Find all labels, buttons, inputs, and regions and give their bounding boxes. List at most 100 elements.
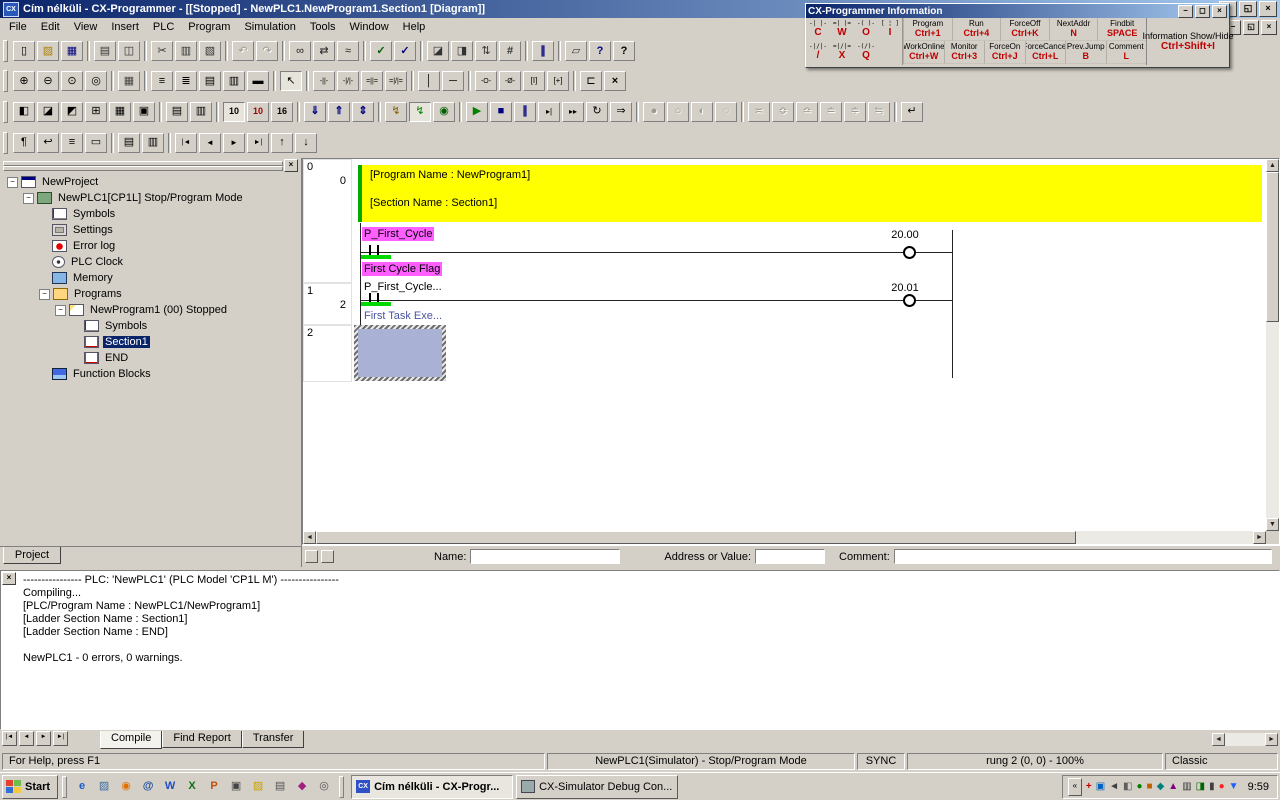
tree-item-settings[interactable]: Settings: [3, 222, 298, 238]
open-file-button[interactable]: ▨: [37, 41, 59, 61]
ladder-content[interactable]: [Program Name : NewProgram1] [Section Na…: [353, 159, 1266, 531]
compile-all-button[interactable]: ✓: [394, 41, 416, 61]
tab-transfer[interactable]: Transfer: [241, 731, 305, 748]
tree-expander-icon[interactable]: −: [55, 304, 66, 316]
tree-item-programs[interactable]: − Programs: [3, 286, 298, 302]
tree-expander-icon[interactable]: −: [7, 176, 18, 188]
menu-program[interactable]: Program: [181, 19, 237, 35]
find-bit-button[interactable]: ≈: [337, 41, 359, 61]
menu-view[interactable]: View: [67, 19, 105, 35]
tab-first-icon[interactable]: |◄: [2, 731, 17, 746]
cut-button[interactable]: ✂: [151, 41, 173, 61]
media-player-button[interactable]: ◉: [116, 777, 136, 797]
continuous-step-button[interactable]: ▸▸: [562, 101, 584, 122]
new-coil-button[interactable]: -O-: [475, 71, 497, 91]
menu-edit[interactable]: Edit: [34, 19, 67, 35]
properties-button[interactable]: ▱: [565, 41, 587, 61]
new-instruction-button[interactable]: [I]: [523, 71, 545, 91]
cross-reference-button[interactable]: ⇅: [475, 41, 497, 61]
scroll-left-icon[interactable]: ◄: [303, 531, 316, 544]
select-tool-button[interactable]: ↖: [280, 71, 302, 91]
sim-pause-button[interactable]: ∥: [514, 101, 536, 122]
scroll-left-icon[interactable]: ◄: [1212, 733, 1225, 746]
tree-item-symbols[interactable]: Symbols: [3, 206, 298, 222]
tray-display-icon[interactable]: ◧: [1123, 781, 1132, 792]
menu-tools[interactable]: Tools: [303, 19, 343, 35]
go-first-rung-button[interactable]: |◄: [175, 132, 197, 153]
monitor-hex-button[interactable]: 16: [271, 101, 293, 122]
output-coil[interactable]: [903, 246, 916, 259]
info-maximize-button[interactable]: ◻: [1195, 4, 1210, 18]
new-closed-or-contact-button[interactable]: =|/|=: [385, 71, 407, 91]
tray-antivirus-icon[interactable]: +: [1086, 781, 1092, 792]
show-desktop-button[interactable]: ▨: [94, 777, 114, 797]
scroll-up-icon[interactable]: ▲: [1266, 159, 1279, 172]
restore-button[interactable]: ◱: [1239, 1, 1257, 17]
address-reference-button[interactable]: #: [499, 41, 521, 61]
paint-button[interactable]: ◆: [292, 777, 312, 797]
toolbar-grip[interactable]: [3, 131, 8, 154]
save-button[interactable]: ▦: [61, 41, 83, 61]
tree-item-plc-clock[interactable]: PLC Clock: [3, 254, 298, 270]
rung-properties-button[interactable]: ▭: [85, 132, 107, 153]
prev-bookmark-button[interactable]: ↑: [271, 132, 293, 153]
folder-button[interactable]: ▨: [248, 777, 268, 797]
zoom-fit-button[interactable]: ⊙: [61, 71, 83, 91]
vertical-scrollbar[interactable]: ▲ ▼: [1266, 159, 1279, 531]
my-computer-button[interactable]: ▣: [226, 777, 246, 797]
menu-plc[interactable]: PLC: [146, 19, 181, 35]
go-last-rung-button[interactable]: ►|: [247, 132, 269, 153]
print-button[interactable]: ▤: [94, 41, 116, 61]
notepad-button[interactable]: ▤: [270, 777, 290, 797]
upload-from-plc-button[interactable]: ⇑: [328, 101, 350, 122]
workspace-close-icon[interactable]: ×: [284, 159, 298, 172]
tree-item-newproject[interactable]: − NewProject: [3, 174, 298, 190]
watch-window-button[interactable]: ◪: [427, 41, 449, 61]
new-rung-button[interactable]: ⊏: [580, 71, 602, 91]
tab-next-icon[interactable]: ►: [36, 731, 51, 746]
vertical-scroll-thumb[interactable]: [1266, 172, 1279, 322]
tab-compile[interactable]: Compile: [100, 731, 163, 749]
new-contact-button[interactable]: -||-: [313, 71, 335, 91]
tray-volume-icon[interactable]: ◄: [1109, 781, 1119, 792]
run-to-breakpoint-button[interactable]: ⇒: [610, 101, 632, 122]
help-button[interactable]: ?: [613, 41, 635, 61]
toolbar-grip[interactable]: [3, 40, 8, 62]
menu-window[interactable]: Window: [343, 19, 396, 35]
menu-file[interactable]: File: [2, 19, 34, 35]
fields-bar-close-button[interactable]: [305, 550, 318, 563]
tray-sync-icon[interactable]: ▼: [1229, 781, 1239, 792]
work-online-simulator-button[interactable]: ↯: [409, 101, 431, 122]
plc-settings-button[interactable]: ▣: [133, 101, 155, 122]
symbol-list-button[interactable]: ▤: [118, 132, 140, 153]
tree-item-memory[interactable]: Memory: [3, 270, 298, 286]
tab-last-icon[interactable]: ►|: [53, 731, 68, 746]
scan-run-button[interactable]: ↻: [586, 101, 608, 122]
task-cx-simulator[interactable]: CX-Simulator Debug Con...: [516, 774, 679, 799]
fields-bar-expand-button[interactable]: [321, 550, 334, 563]
info-close-button[interactable]: ×: [1212, 4, 1227, 18]
powerpoint-button[interactable]: P: [204, 777, 224, 797]
close-button[interactable]: ×: [1259, 1, 1277, 17]
delete-line-button[interactable]: ×: [604, 71, 626, 91]
toggle-output-window-button[interactable]: ◪: [37, 101, 59, 122]
address-input[interactable]: [755, 549, 826, 564]
find-replace-button[interactable]: ⇄: [313, 41, 335, 61]
go-prev-rung-button[interactable]: ◄: [199, 132, 221, 153]
address-reference-tool-button[interactable]: ⊞: [85, 101, 107, 122]
start-button[interactable]: Start: [2, 774, 59, 799]
output-coil[interactable]: [903, 294, 916, 307]
scroll-down-icon[interactable]: ▼: [1266, 518, 1279, 531]
return-to-caller-button[interactable]: ↵: [901, 101, 923, 122]
zoom-out-button[interactable]: ⊖: [37, 71, 59, 91]
monitor-signed-decimal-button[interactable]: 10: [247, 101, 269, 122]
pause-monitoring-button[interactable]: ∥: [532, 41, 554, 61]
io-table-button[interactable]: ▦: [109, 101, 131, 122]
new-closed-coil-button[interactable]: -Ø-: [499, 71, 521, 91]
panel-grip[interactable]: [3, 166, 283, 171]
tree-item-section1[interactable]: Section1: [3, 334, 298, 350]
rung-2-margin[interactable]: 2: [303, 325, 352, 382]
monitor-decimal-button[interactable]: 10: [223, 101, 245, 122]
info-window-title-bar[interactable]: CX-Programmer Information − ◻ ×: [806, 4, 1229, 18]
show-symbol-bar-button[interactable]: ▬: [247, 71, 269, 91]
